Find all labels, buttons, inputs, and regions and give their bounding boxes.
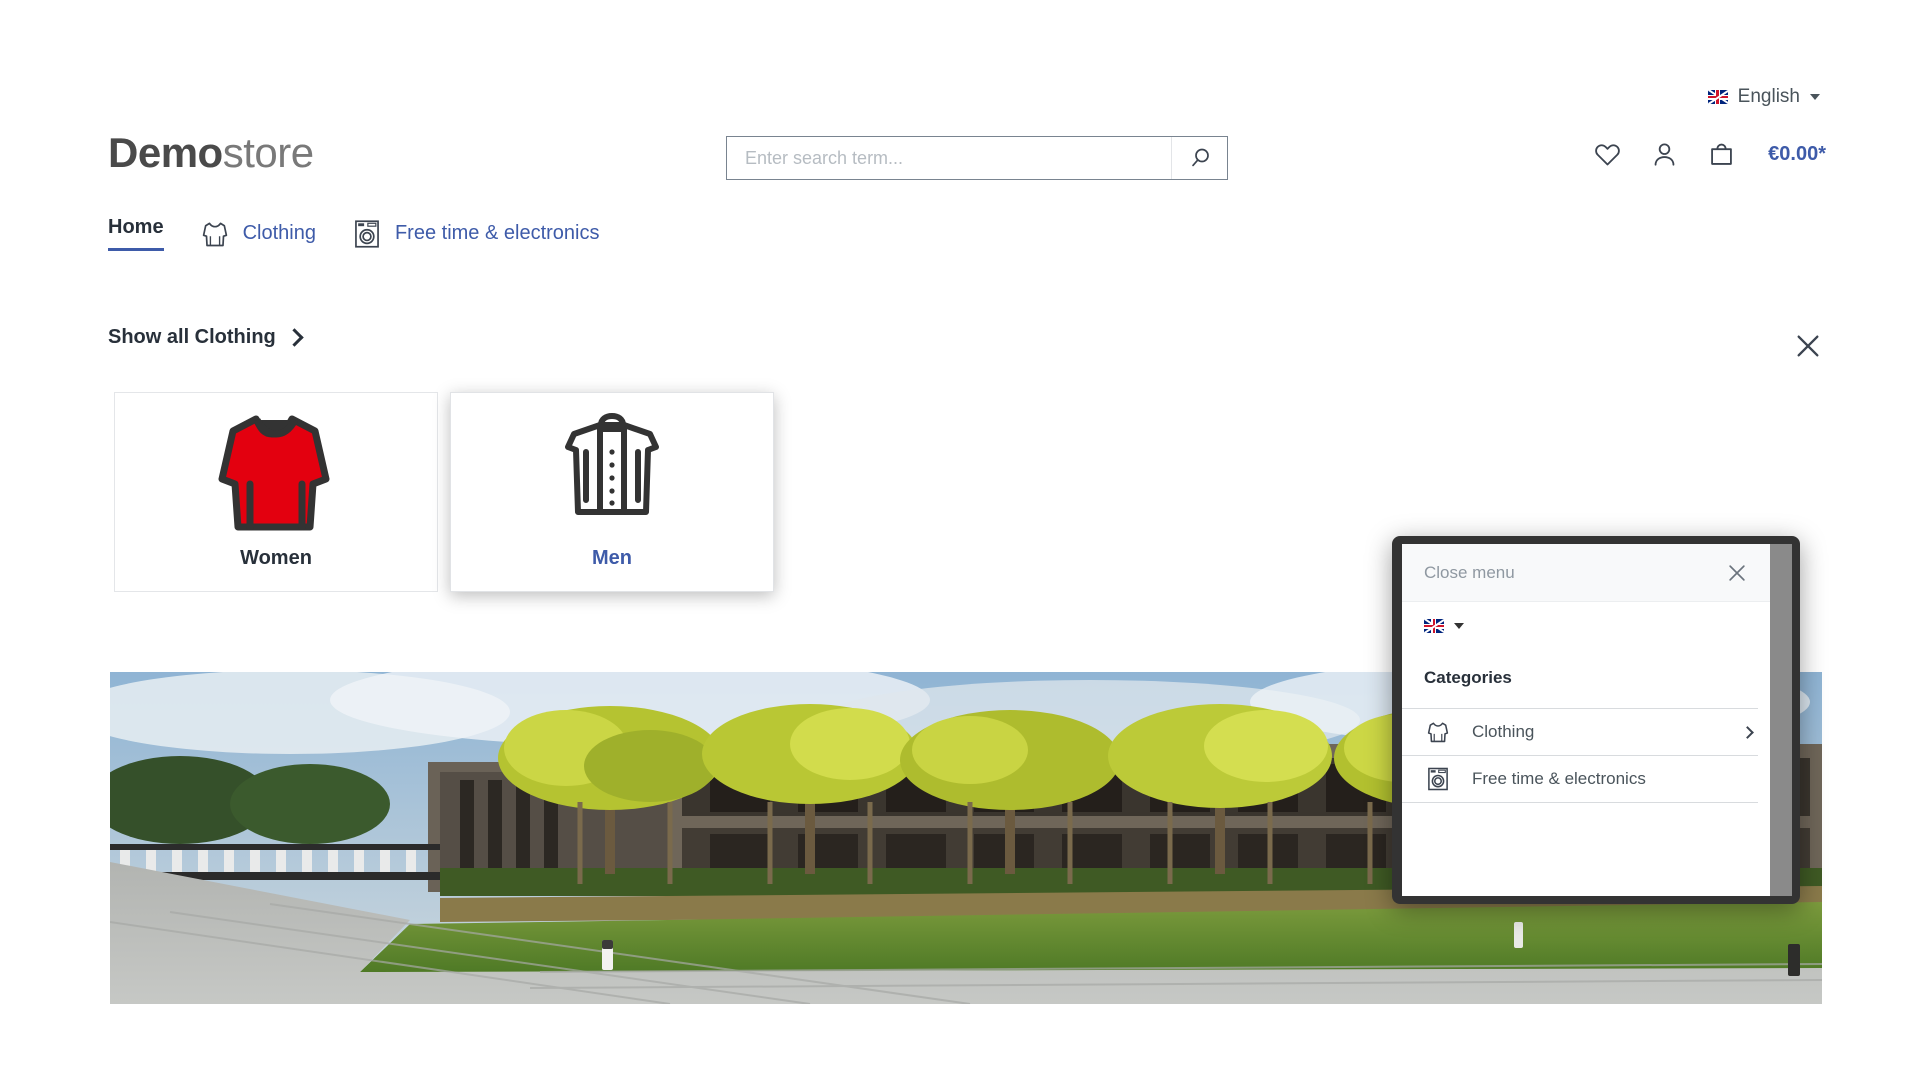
language-label: English <box>1737 86 1800 107</box>
category-card-art <box>210 407 342 531</box>
uk-flag-icon <box>1424 619 1444 633</box>
category-card-label: Men <box>592 547 632 569</box>
uk-flag-icon <box>1707 90 1728 104</box>
logo-bold-part: Demo <box>108 129 223 176</box>
offcanvas-item-free-time-electronics[interactable]: Free time & electronics <box>1402 756 1770 803</box>
offcanvas-menu: Close menu Categories Clothing Free time… <box>1402 544 1770 896</box>
bag-icon <box>1711 143 1732 165</box>
offcanvas-categories-title: Categories <box>1424 668 1512 687</box>
search-bar <box>726 136 1228 180</box>
offcanvas-close-label: Close menu <box>1424 562 1515 582</box>
offcanvas-scrollbar-thumb[interactable] <box>1758 602 1770 896</box>
offcanvas-item-label: Clothing <box>1472 722 1535 741</box>
search-icon <box>1191 148 1209 167</box>
category-card-men[interactable]: Men <box>450 392 774 592</box>
red-sweater-icon <box>218 415 330 531</box>
offcanvas-frame: Close menu Categories Clothing Free time… <box>1392 536 1800 904</box>
search-input[interactable] <box>727 137 1171 179</box>
offcanvas-language-selector[interactable] <box>1402 602 1770 650</box>
nav-item-label: Clothing <box>242 222 316 244</box>
main-navigation: Home Clothing Free time & electronics <box>108 216 599 251</box>
nav-item-clothing[interactable]: Clothing <box>198 217 316 251</box>
chevron-down-icon <box>1810 94 1820 100</box>
flyout-close-button[interactable] <box>1788 326 1828 366</box>
search-button[interactable] <box>1171 137 1227 179</box>
category-card-list: Women Men <box>114 392 774 592</box>
category-card-women[interactable]: Women <box>114 392 438 592</box>
cart-button[interactable] <box>1707 140 1736 169</box>
chevron-right-icon <box>285 328 304 347</box>
close-icon <box>1797 335 1819 357</box>
account-button[interactable] <box>1650 140 1679 169</box>
offcanvas-category-list: Clothing Free time & electronics <box>1402 708 1770 803</box>
offcanvas-close-button[interactable] <box>1724 560 1750 586</box>
category-card-art <box>546 407 678 531</box>
close-icon <box>1729 564 1745 581</box>
washing-machine-icon <box>355 219 379 248</box>
heart-icon <box>1595 144 1620 166</box>
page-root: English Demostore Enter search term... €… <box>0 0 1920 1080</box>
category-card-label: Women <box>240 547 312 569</box>
user-icon <box>1654 143 1675 166</box>
site-logo[interactable]: Demostore <box>108 132 314 174</box>
show-all-label: Show all Clothing <box>108 326 276 348</box>
chevron-right-icon <box>1741 725 1754 739</box>
chevron-down-icon <box>1454 623 1464 629</box>
show-all-clothing-link[interactable]: Show all Clothing <box>108 326 304 349</box>
offcanvas-item-label: Free time & electronics <box>1472 769 1646 788</box>
nav-item-label: Free time & electronics <box>394 222 600 244</box>
wishlist-button[interactable] <box>1593 140 1622 169</box>
sweater-icon <box>202 222 227 246</box>
nav-item-free-time-electronics[interactable]: Free time & electronics <box>350 217 600 251</box>
nav-item-home[interactable]: Home <box>108 216 164 251</box>
offcanvas-scrollbar[interactable] <box>1758 602 1770 896</box>
language-selector[interactable]: English <box>1707 86 1820 108</box>
offcanvas-item-clothing[interactable]: Clothing <box>1402 709 1770 756</box>
cart-total: €0.00* <box>1768 143 1826 165</box>
white-jacket-icon <box>565 413 659 515</box>
washing-machine-icon <box>1428 767 1448 791</box>
header-actions: €0.00* <box>1593 140 1826 169</box>
offcanvas-header[interactable]: Close menu <box>1402 544 1770 602</box>
logo-light-part: store <box>222 129 314 176</box>
sweater-icon <box>1427 722 1449 743</box>
nav-item-label: Home <box>108 216 164 251</box>
